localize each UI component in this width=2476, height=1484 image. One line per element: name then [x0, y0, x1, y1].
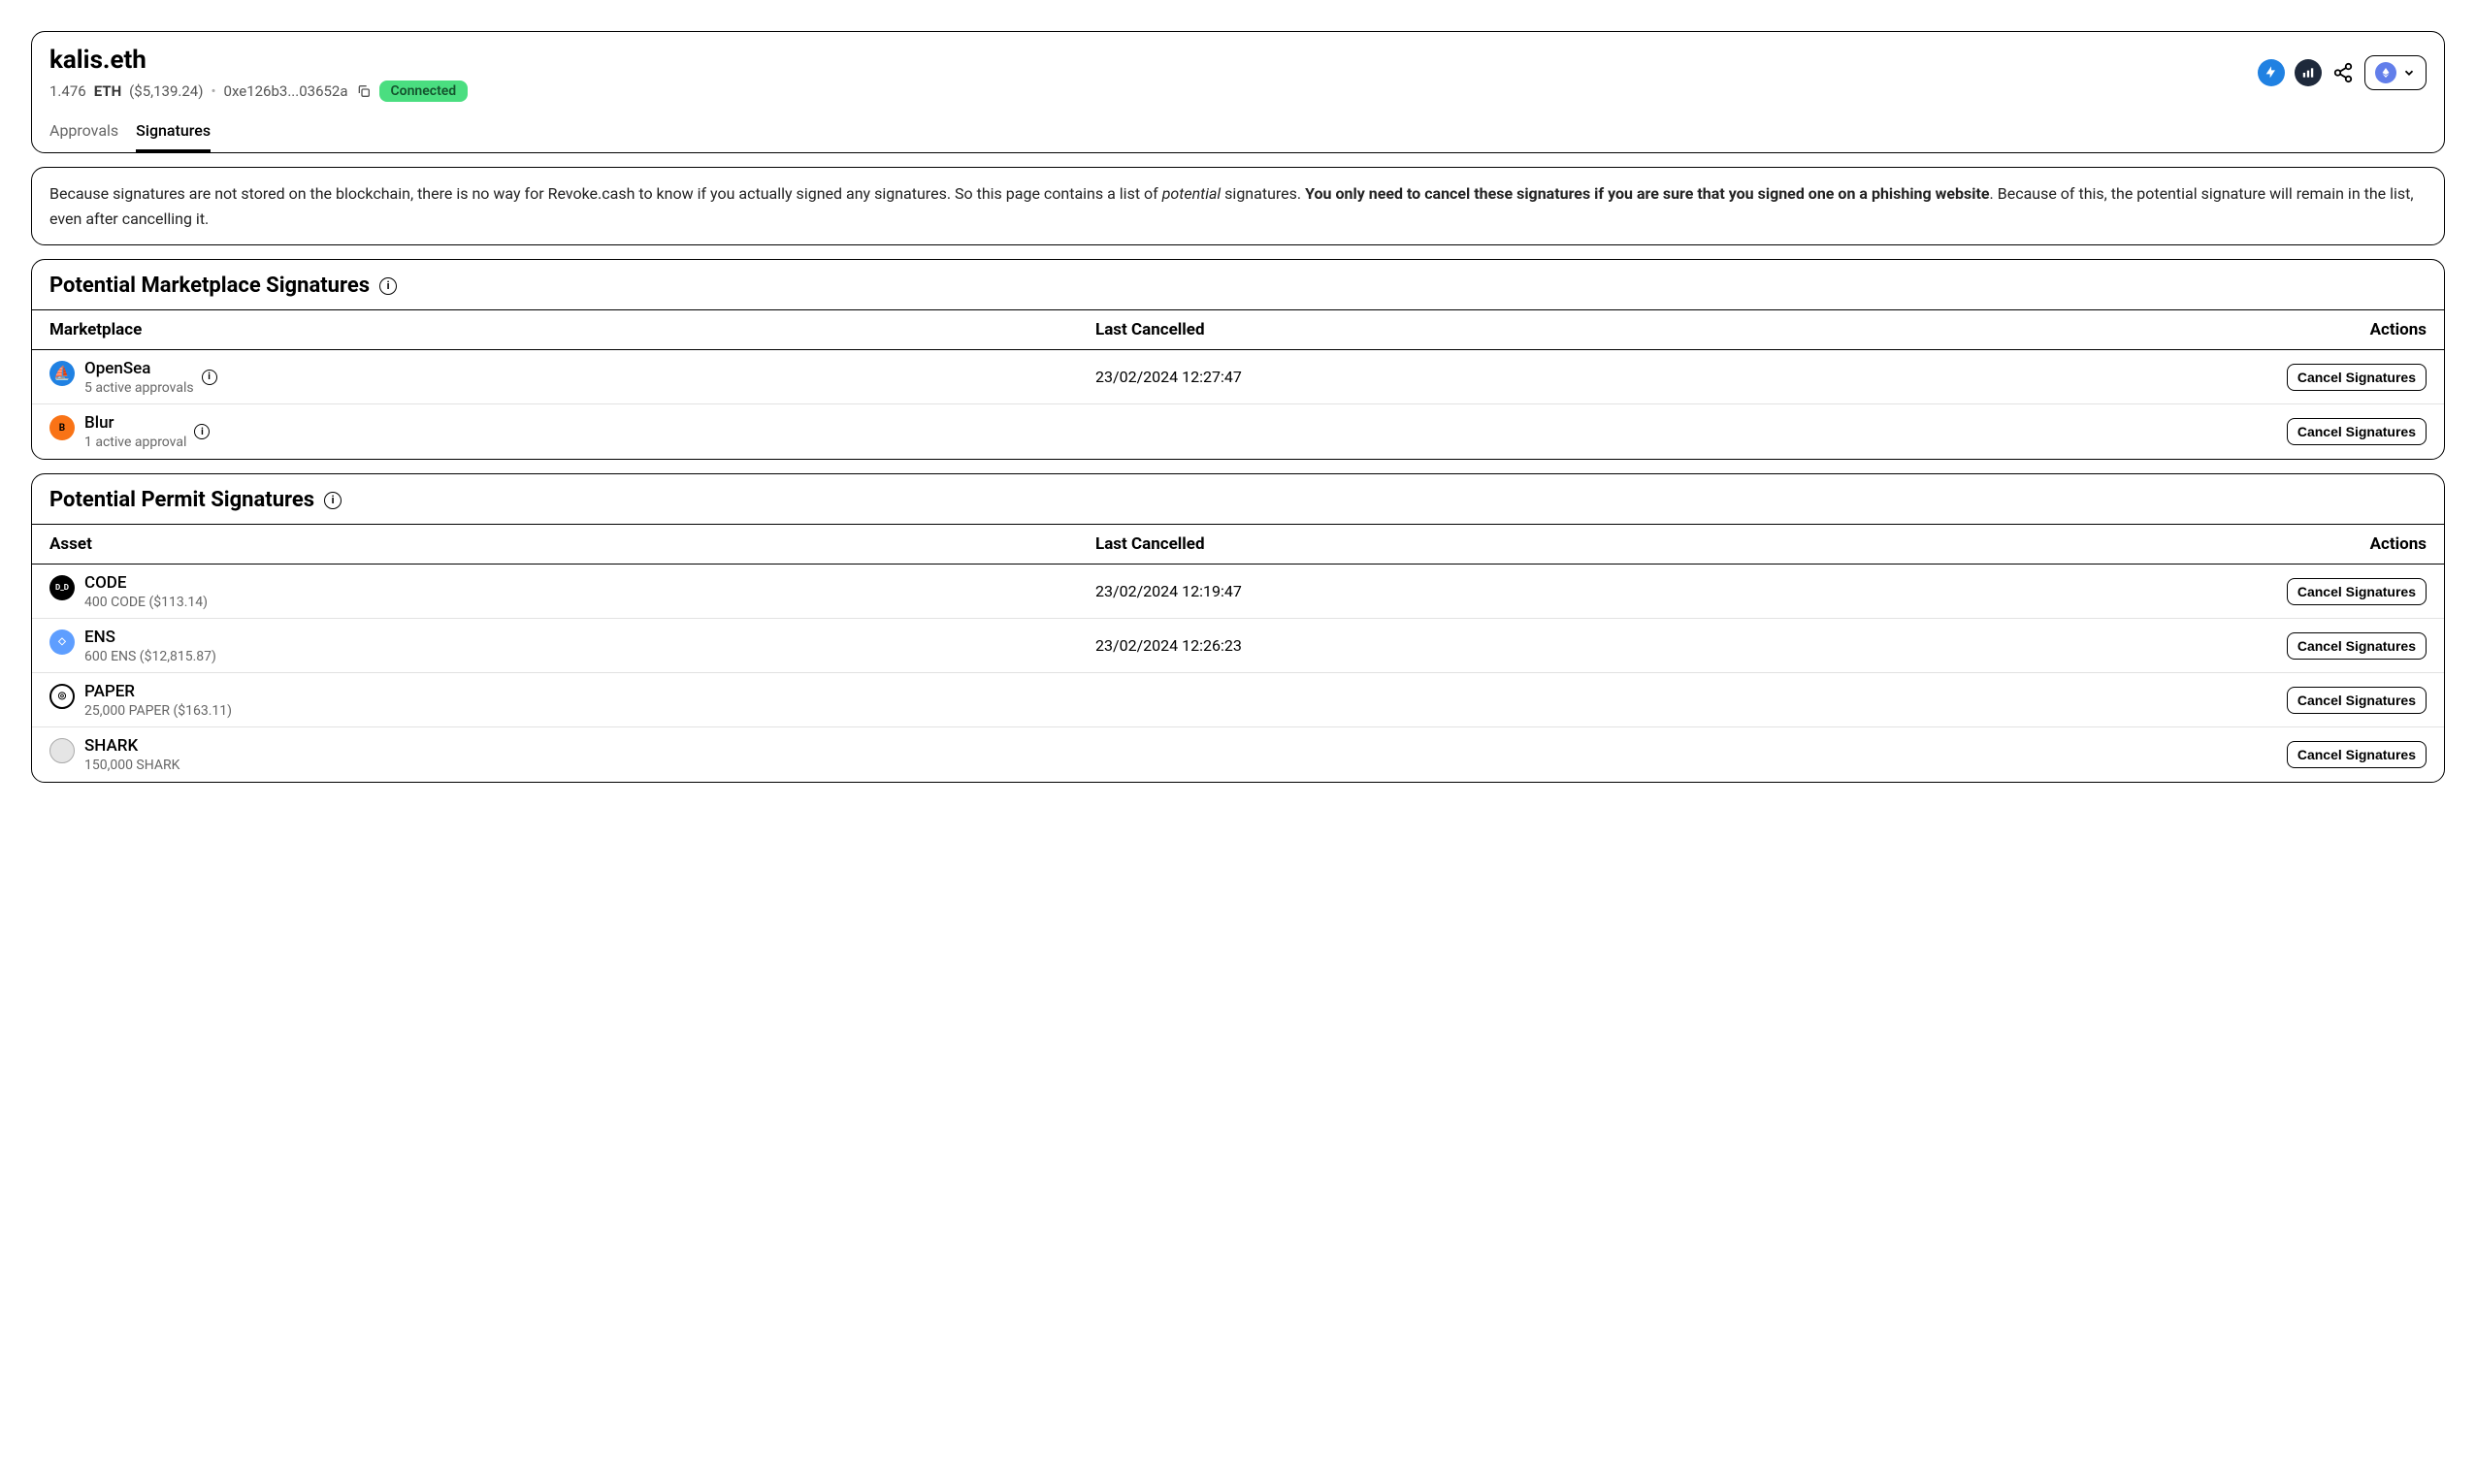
asset-name: PAPER — [84, 682, 232, 701]
meta-separator: • — [211, 82, 215, 100]
account-header: kalis.eth 1.476 ETH ($5,139.24) • 0xe126… — [31, 31, 2445, 153]
marketplace-name: Blur — [84, 413, 186, 433]
balance-symbol: ETH — [94, 82, 121, 100]
table-row: ⛵ OpenSea 5 active approvals i 23/02/202… — [32, 350, 2444, 404]
last-cancelled: 23/02/2024 12:27:47 — [1095, 368, 2271, 386]
col-marketplace: Marketplace — [49, 320, 1095, 339]
balance-fiat: ($5,139.24) — [129, 82, 203, 100]
marketplace-title: Potential Marketplace Signatures — [49, 274, 370, 298]
status-badge: Connected — [379, 81, 469, 102]
cancel-signatures-button[interactable]: Cancel Signatures — [2287, 687, 2427, 714]
chevron-down-icon — [2402, 66, 2416, 80]
info-banner: Because signatures are not stored on the… — [31, 167, 2445, 245]
last-cancelled: 23/02/2024 12:26:23 — [1095, 636, 2271, 655]
col-actions: Actions — [2291, 534, 2427, 554]
marketplace-signatures-card: Potential Marketplace Signatures i Marke… — [31, 259, 2445, 460]
blur-icon: B — [49, 415, 75, 440]
asset-cell: SHARK 150,000 SHARK — [49, 736, 1095, 773]
shark-token-icon — [49, 738, 75, 763]
cancel-signatures-button[interactable]: Cancel Signatures — [2287, 578, 2427, 605]
table-row: D_D CODE 400 CODE ($113.14) 23/02/2024 1… — [32, 565, 2444, 619]
asset-cell: ◇ ENS 600 ENS ($12,815.87) — [49, 628, 1095, 664]
cancel-signatures-button[interactable]: Cancel Signatures — [2287, 418, 2427, 445]
table-row: ◇ ENS 600 ENS ($12,815.87) 23/02/2024 12… — [32, 619, 2444, 673]
asset-name: CODE — [84, 573, 208, 593]
copy-address-icon[interactable] — [356, 83, 372, 99]
balance-amount: 1.476 — [49, 82, 86, 100]
asset-name: SHARK — [84, 736, 179, 756]
marketplace-sub: 1 active approval — [84, 435, 186, 450]
asset-name: ENS — [84, 628, 216, 647]
col-actions: Actions — [2291, 320, 2427, 339]
ens-name: kalis.eth — [49, 46, 2258, 75]
tab-signatures[interactable]: Signatures — [136, 115, 211, 152]
account-meta-row: 1.476 ETH ($5,139.24) • 0xe126b3...03652… — [49, 81, 2258, 102]
cancel-signatures-button[interactable]: Cancel Signatures — [2287, 632, 2427, 660]
info-icon[interactable]: i — [194, 424, 210, 439]
asset-sub: 600 ENS ($12,815.87) — [84, 649, 216, 664]
cancel-signatures-button[interactable]: Cancel Signatures — [2287, 364, 2427, 391]
permit-table-head: Asset Last Cancelled Actions — [32, 524, 2444, 565]
table-row: SHARK 150,000 SHARK Cancel Signatures — [32, 727, 2444, 782]
col-asset: Asset — [49, 534, 1095, 554]
table-row: ◎ PAPER 25,000 PAPER ($163.11) Cancel Si… — [32, 673, 2444, 727]
asset-sub: 400 CODE ($113.14) — [84, 595, 208, 610]
table-row: B Blur 1 active approval i Cancel Signat… — [32, 404, 2444, 459]
info-text-1: Because signatures are not stored on the… — [49, 184, 1162, 203]
info-icon[interactable]: i — [324, 492, 342, 509]
permit-section-header: Potential Permit Signatures i — [32, 474, 2444, 524]
info-text-bold: You only need to cancel these signatures… — [1305, 184, 1989, 203]
ethereum-icon — [2375, 62, 2396, 83]
permit-table: Asset Last Cancelled Actions D_D CODE 40… — [32, 524, 2444, 782]
marketplace-section-header: Potential Marketplace Signatures i — [32, 260, 2444, 309]
header-top-row: kalis.eth 1.476 ETH ($5,139.24) • 0xe126… — [49, 46, 2427, 112]
marketplace-cell: ⛵ OpenSea 5 active approvals i — [49, 359, 1095, 396]
paper-token-icon: ◎ — [49, 684, 75, 709]
share-icon[interactable] — [2331, 61, 2355, 84]
marketplace-sub: 5 active approvals — [84, 380, 194, 396]
info-icon[interactable]: i — [379, 277, 397, 295]
asset-sub: 25,000 PAPER ($163.11) — [84, 703, 232, 719]
asset-cell: D_D CODE 400 CODE ($113.14) — [49, 573, 1095, 610]
opensea-link-icon[interactable] — [2258, 59, 2285, 86]
permit-title: Potential Permit Signatures — [49, 488, 314, 512]
header-left: kalis.eth 1.476 ETH ($5,139.24) • 0xe126… — [49, 46, 2258, 112]
address-short: 0xe126b3...03652a — [224, 82, 348, 100]
asset-sub: 150,000 SHARK — [84, 758, 179, 773]
col-last-cancelled: Last Cancelled — [1095, 320, 2291, 339]
opensea-icon: ⛵ — [49, 361, 75, 386]
marketplace-name: OpenSea — [84, 359, 194, 378]
cancel-signatures-button[interactable]: Cancel Signatures — [2287, 741, 2427, 768]
marketplace-cell: B Blur 1 active approval i — [49, 413, 1095, 450]
col-last-cancelled: Last Cancelled — [1095, 534, 2291, 554]
marketplace-table: Marketplace Last Cancelled Actions ⛵ Ope… — [32, 309, 2444, 459]
marketplace-table-head: Marketplace Last Cancelled Actions — [32, 309, 2444, 350]
info-icon[interactable]: i — [202, 370, 217, 385]
permit-signatures-card: Potential Permit Signatures i Asset Last… — [31, 473, 2445, 783]
tab-approvals[interactable]: Approvals — [49, 115, 118, 152]
last-cancelled: 23/02/2024 12:19:47 — [1095, 582, 2271, 600]
header-right-actions — [2258, 46, 2427, 90]
tabs: Approvals Signatures — [49, 115, 2427, 152]
asset-cell: ◎ PAPER 25,000 PAPER ($163.11) — [49, 682, 1095, 719]
ens-token-icon: ◇ — [49, 629, 75, 655]
info-text-2: signatures. — [1221, 184, 1305, 203]
info-text-em: potential — [1162, 184, 1222, 203]
explorer-link-icon[interactable] — [2295, 59, 2322, 86]
code-token-icon: D_D — [49, 575, 75, 600]
chain-selector[interactable] — [2364, 55, 2427, 90]
